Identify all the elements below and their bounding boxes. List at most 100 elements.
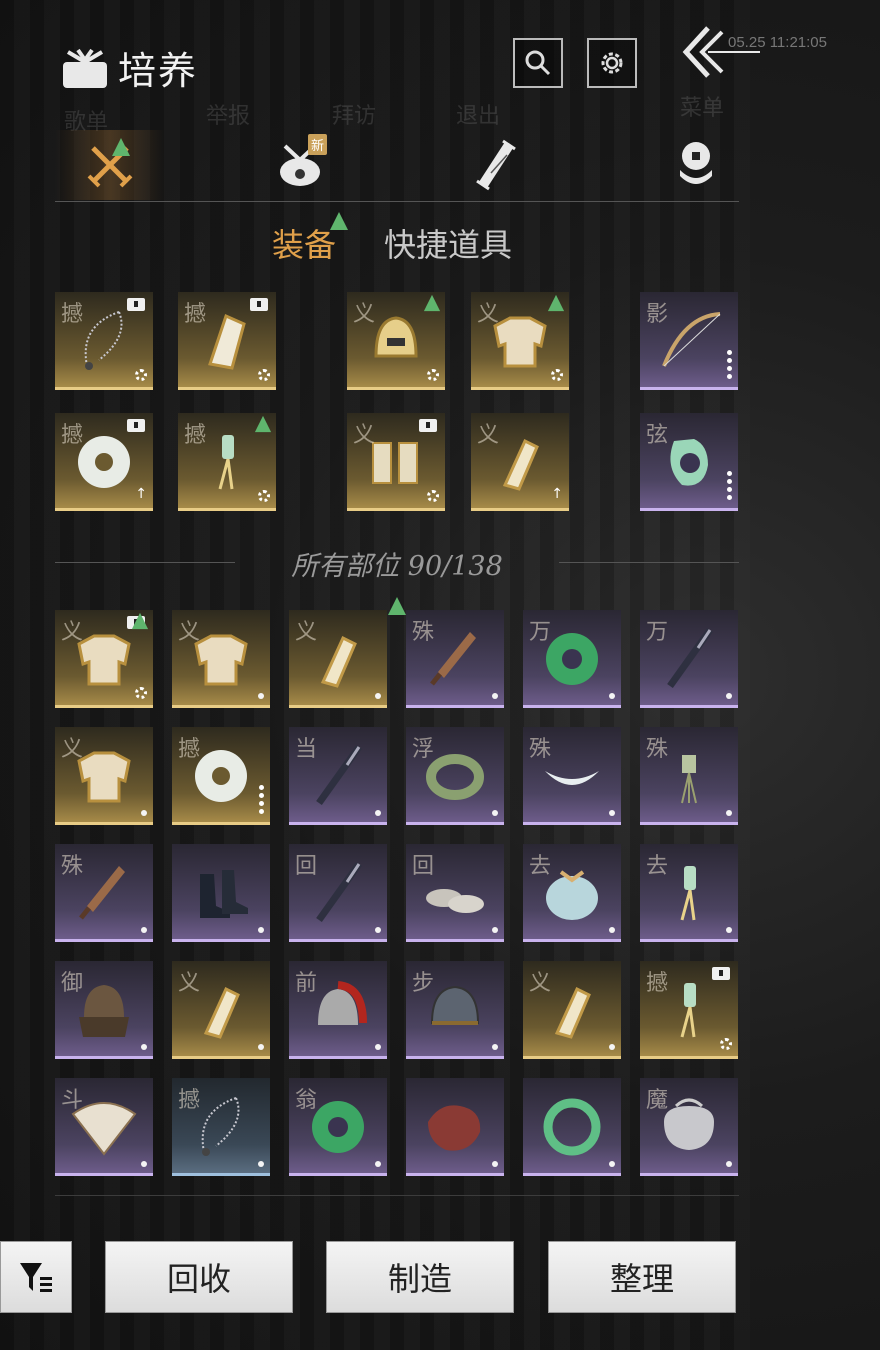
item-grade-mark: 御	[61, 971, 84, 996]
status-dot	[609, 810, 615, 816]
item-slot[interactable]: 撼	[55, 292, 153, 390]
item-slot[interactable]: 义	[523, 961, 621, 1059]
recycle-button[interactable]: 回收	[105, 1241, 293, 1313]
item-slot[interactable]: 弦	[640, 413, 738, 511]
craft-button[interactable]: 制造	[326, 1241, 514, 1313]
item-slot[interactable]: 撼	[178, 413, 276, 511]
search-icon	[525, 50, 551, 76]
item-grade-mark: 魔	[646, 1088, 669, 1113]
alert-indicator	[330, 212, 348, 230]
lock-tag-icon	[250, 298, 268, 311]
item-slot[interactable]: 义	[172, 610, 270, 708]
status-dot	[258, 1161, 264, 1167]
item-grade-mark: 当	[295, 737, 318, 762]
item-slot[interactable]: 回	[289, 844, 387, 942]
item-slot[interactable]: 去	[640, 844, 738, 942]
item-slot[interactable]: 义	[347, 292, 445, 390]
gear-icon	[258, 369, 270, 381]
item-grade-mark: 回	[412, 854, 435, 879]
item-grade-mark: 撼	[61, 302, 84, 327]
status-dot	[258, 693, 264, 699]
item-slot[interactable]: 义	[289, 610, 387, 708]
item-slot[interactable]: 义	[471, 292, 569, 390]
tab-weapons[interactable]	[55, 130, 165, 200]
subtab-equipment[interactable]: 装备	[272, 220, 336, 266]
lock-tag-icon	[127, 419, 145, 432]
item-grade-mark: 万	[529, 620, 552, 645]
lock-tag-icon	[127, 298, 145, 311]
item-slot[interactable]: 殊	[523, 727, 621, 825]
inventory-divider: 所有部位 90/138	[55, 540, 739, 582]
item-slot[interactable]: 殊	[55, 844, 153, 942]
item-slot[interactable]: 义 ↑	[471, 413, 569, 511]
page-title: 培养	[118, 49, 199, 93]
page-header: 培养	[60, 40, 198, 95]
item-slot[interactable]: 撼	[640, 961, 738, 1059]
item-slot[interactable]	[523, 1078, 621, 1176]
tab-scroll[interactable]	[441, 130, 551, 200]
alert-indicator	[112, 138, 130, 156]
item-slot[interactable]: 前	[289, 961, 387, 1059]
organize-button[interactable]: 整理	[548, 1241, 736, 1313]
item-slot[interactable]: 殊	[640, 727, 738, 825]
item-slot[interactable]: 义	[55, 727, 153, 825]
back-button[interactable]	[680, 22, 760, 82]
alert-indicator	[254, 415, 272, 433]
item-slot[interactable]: 回	[406, 844, 504, 942]
status-dot	[258, 1044, 264, 1050]
ghost-label-3: 拜访	[332, 104, 377, 129]
item-slot[interactable]: 御	[55, 961, 153, 1059]
item-slot[interactable]: 去	[523, 844, 621, 942]
status-dot	[141, 1161, 147, 1167]
status-dot	[141, 1044, 147, 1050]
item-grade-mark: 撼	[184, 423, 207, 448]
item-slot[interactable]: 当	[289, 727, 387, 825]
item-slot[interactable]: 翁	[289, 1078, 387, 1176]
item-grade-mark: 义	[178, 620, 201, 645]
item-slot[interactable]: 浮	[406, 727, 504, 825]
item-slot[interactable]: 魔	[640, 1078, 738, 1176]
item-grade-mark: 弦	[646, 423, 669, 448]
item-slot[interactable]: 义	[347, 413, 445, 511]
category-tabs: 新	[55, 130, 739, 202]
item-slot[interactable]	[172, 844, 270, 942]
item-slot[interactable]	[406, 1078, 504, 1176]
status-dot	[492, 927, 498, 933]
status-dot	[258, 927, 264, 933]
status-dot	[726, 1161, 732, 1167]
item-slot[interactable]: 步	[406, 961, 504, 1059]
item-grade-mark: 撼	[178, 1088, 201, 1113]
status-dot	[726, 927, 732, 933]
status-dot	[375, 810, 381, 816]
filter-button[interactable]	[0, 1241, 72, 1313]
subtab-quick-items[interactable]: 快捷道具	[384, 220, 512, 266]
item-slot[interactable]: 斗	[55, 1078, 153, 1176]
item-slot[interactable]: 撼	[172, 1078, 270, 1176]
item-grade-mark: 斗	[61, 1088, 84, 1113]
settings-button[interactable]	[587, 38, 637, 88]
item-grade-mark: 前	[295, 971, 318, 996]
search-button[interactable]	[513, 38, 563, 88]
tab-coins[interactable]	[641, 130, 751, 200]
more-dots-icon	[727, 471, 732, 500]
item-slot[interactable]: 影	[640, 292, 738, 390]
item-slot[interactable]: 义	[55, 610, 153, 708]
item-slot[interactable]: 万	[523, 610, 621, 708]
status-dot	[375, 1161, 381, 1167]
alert-indicator	[131, 612, 149, 630]
item-grade-mark: 殊	[529, 737, 552, 762]
item-grade-mark: 浮	[412, 737, 435, 762]
item-grade-mark: 义	[178, 971, 201, 996]
item-slot[interactable]: 万	[640, 610, 738, 708]
item-slot[interactable]: 义	[172, 961, 270, 1059]
tab-bundle[interactable]: 新	[245, 130, 355, 200]
status-dot	[609, 1161, 615, 1167]
item-slot[interactable]: 殊	[406, 610, 504, 708]
item-grade-mark: 万	[646, 620, 669, 645]
item-slot[interactable]: 撼	[178, 292, 276, 390]
status-dot	[375, 927, 381, 933]
item-slot[interactable]: 撼 ↑	[55, 413, 153, 511]
bottom-divider	[55, 1195, 739, 1196]
item-slot[interactable]: 撼	[172, 727, 270, 825]
status-dot	[609, 693, 615, 699]
